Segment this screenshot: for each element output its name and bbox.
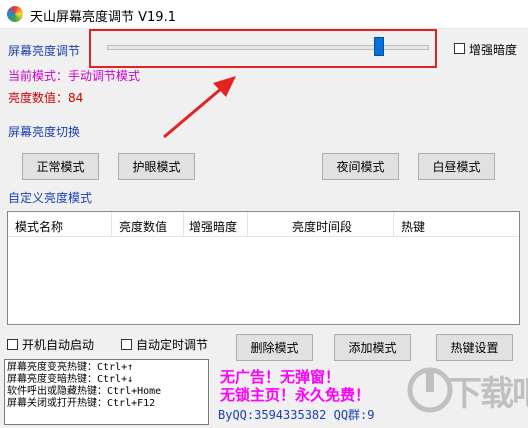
watermark: 下载吧 [406, 360, 528, 426]
hotkey-line: 屏幕亮度变亮热键：Ctrl+↑ [7, 362, 134, 373]
delete-mode-button[interactable]: 删除模式 [236, 334, 313, 361]
normal-mode-button[interactable]: 正常模式 [22, 153, 99, 180]
hotkey-settings-button[interactable]: 热键设置 [436, 334, 513, 361]
col-header-enhance[interactable]: 增强暗度 [189, 218, 237, 235]
autostart-label: 开机自动启动 [22, 338, 95, 352]
add-mode-button[interactable]: 添加模式 [334, 334, 411, 361]
timed-adjust-label: 自动定时调节 [136, 338, 209, 352]
hotkey-line: 屏幕亮度变暗热键：Ctrl+↓ [7, 374, 134, 385]
col-header-mode-name[interactable]: 模式名称 [15, 218, 63, 235]
ad-contact: ByQQ:3594335382 QQ群:9 [218, 408, 375, 422]
custom-section-label: 自定义亮度模式 [8, 191, 93, 205]
enhance-dark-label: 增强暗度 [469, 43, 518, 57]
hotkey-info-box: 屏幕亮度变亮热键：Ctrl+↑ 屏幕亮度变暗热键：Ctrl+↓ 软件呼出或隐藏热… [4, 359, 209, 425]
watermark-logo-icon [407, 367, 453, 413]
col-header-time-range[interactable]: 亮度时间段 [292, 218, 352, 235]
night-mode-button[interactable]: 夜间模式 [322, 153, 399, 180]
brightness-slider-thumb[interactable] [374, 37, 384, 56]
brightness-label: 屏幕亮度调节 [8, 44, 81, 58]
hotkey-line: 屏幕关闭或打开热键：Ctrl+F12 [7, 398, 156, 409]
enhance-dark-checkbox[interactable] [454, 43, 465, 54]
col-header-hotkey[interactable]: 热键 [401, 218, 425, 235]
timed-adjust-checkbox[interactable] [121, 339, 132, 350]
switch-section-label: 屏幕亮度切换 [8, 125, 81, 139]
col-header-brightness[interactable]: 亮度数值 [119, 218, 167, 235]
slider-highlight-box [89, 29, 437, 68]
brightness-value-text: 亮度数值：84 [8, 91, 84, 105]
window-title: 天山屏幕亮度调节 V19.1 [30, 10, 176, 25]
custom-mode-table[interactable]: 模式名称 亮度数值 增强暗度 亮度时间段 热键 [7, 211, 520, 325]
autostart-checkbox[interactable] [7, 339, 18, 350]
daylight-mode-button[interactable]: 白昼模式 [418, 153, 495, 180]
ad-line-2: 无锁主页！永久免费！ [220, 386, 371, 404]
app-icon [7, 6, 23, 22]
title-bar: 天山屏幕亮度调节 V19.1 [0, 0, 528, 29]
eye-care-mode-button[interactable]: 护眼模式 [118, 153, 195, 180]
hotkey-line: 软件呼出或隐藏热键：Ctrl+Home [7, 386, 162, 397]
current-mode-text: 当前模式：手动调节模式 [8, 69, 141, 83]
watermark-text: 下载吧 [448, 374, 528, 414]
